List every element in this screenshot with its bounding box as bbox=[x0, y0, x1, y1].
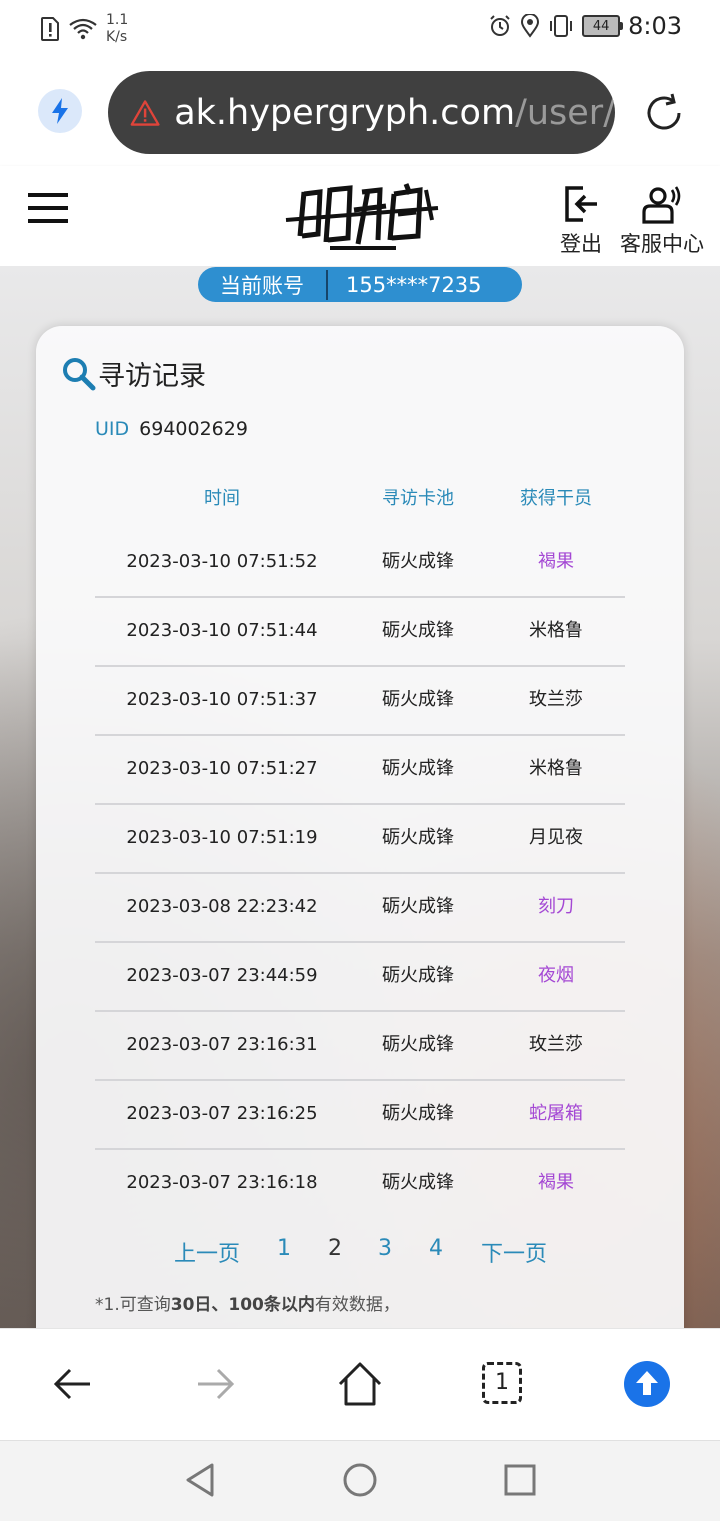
arknights-logo[interactable] bbox=[282, 180, 442, 256]
tabs-button[interactable]: 1 bbox=[482, 1362, 522, 1404]
record-pool: 砺火成锋 bbox=[382, 896, 454, 917]
vibrate-icon bbox=[550, 15, 573, 37]
record-time: 2023-03-07 23:16:18 bbox=[126, 1172, 318, 1193]
uid-line: UID 694002629 bbox=[95, 418, 248, 440]
record-pool: 砺火成锋 bbox=[382, 689, 454, 710]
support-label: 客服中心 bbox=[620, 232, 704, 256]
uid-label: UID bbox=[95, 418, 130, 440]
record-operator: 褐果 bbox=[538, 551, 574, 572]
record-pool: 砺火成锋 bbox=[382, 827, 454, 848]
url-host: ak.hypergryph.com bbox=[174, 92, 516, 133]
prev-page-link[interactable]: 上一页 bbox=[174, 1236, 240, 1268]
record-time: 2023-03-10 07:51:27 bbox=[126, 758, 318, 779]
sim-alert-icon bbox=[41, 17, 59, 41]
page-link-1[interactable]: 1 bbox=[277, 1236, 291, 1261]
record-time: 2023-03-10 07:51:19 bbox=[126, 827, 318, 848]
url-text[interactable]: ak.hypergryph.com/user/ bbox=[174, 93, 615, 133]
record-pool: 砺火成锋 bbox=[382, 965, 454, 986]
note-bold: 30日、100条以内 bbox=[170, 1295, 315, 1315]
reload-icon[interactable] bbox=[643, 92, 685, 134]
record-operator: 玫兰莎 bbox=[529, 1034, 583, 1055]
speed-unit: K/s bbox=[106, 29, 128, 45]
column-header-pool: 寻访卡池 bbox=[382, 488, 454, 509]
status-left: 1.1 K/s bbox=[40, 12, 128, 46]
status-right: 44 8:03 bbox=[488, 12, 682, 40]
records-title: 寻访记录 bbox=[62, 354, 206, 393]
search-icon bbox=[63, 357, 96, 390]
logout-button[interactable]: 登出 bbox=[560, 184, 602, 258]
url-path: /user/ bbox=[515, 92, 615, 133]
record-operator: 月见夜 bbox=[529, 827, 583, 848]
record-operator: 蛇屠箱 bbox=[529, 1103, 583, 1124]
system-recents-icon[interactable] bbox=[504, 1464, 536, 1496]
account-label: 当前账号 bbox=[220, 273, 304, 298]
page-link-3[interactable]: 3 bbox=[378, 1236, 392, 1261]
back-icon[interactable] bbox=[50, 1362, 94, 1406]
records-title-text: 寻访记录 bbox=[98, 361, 206, 392]
record-time: 2023-03-08 22:23:42 bbox=[126, 896, 318, 917]
record-time: 2023-03-07 23:44:59 bbox=[126, 965, 318, 986]
home-icon[interactable] bbox=[336, 1360, 384, 1408]
account-divider bbox=[326, 269, 328, 300]
bolt-icon[interactable] bbox=[38, 89, 82, 133]
network-speed: 1.1 K/s bbox=[106, 12, 128, 46]
support-icon bbox=[642, 186, 681, 224]
logout-icon bbox=[565, 186, 597, 222]
table-row: 2023-03-07 23:16:18 砺火成锋 褐果 bbox=[95, 1149, 625, 1217]
query-note: *1.可查询30日、100条以内有效数据， bbox=[95, 1290, 400, 1315]
table-row: 2023-03-10 07:51:37 砺火成锋 玫兰莎 bbox=[95, 666, 625, 736]
column-header-time: 时间 bbox=[204, 488, 240, 509]
uid-value: 694002629 bbox=[139, 418, 248, 440]
system-home-icon[interactable] bbox=[342, 1462, 378, 1498]
account-value: 155****7235 bbox=[346, 272, 482, 297]
record-pool: 砺火成锋 bbox=[382, 1034, 454, 1055]
record-pool: 砺火成锋 bbox=[382, 758, 454, 779]
record-operator: 米格鲁 bbox=[529, 758, 583, 779]
forward-icon[interactable] bbox=[194, 1362, 238, 1406]
table-row: 2023-03-10 07:51:52 砺火成锋 褐果 bbox=[95, 528, 625, 598]
table-row: 2023-03-10 07:51:19 砺火成锋 月见夜 bbox=[95, 804, 625, 874]
record-pool: 砺火成锋 bbox=[382, 1172, 454, 1193]
wifi-icon bbox=[69, 18, 97, 40]
record-time: 2023-03-10 07:51:44 bbox=[126, 620, 318, 641]
arrow-up-icon bbox=[636, 1371, 658, 1395]
battery-indicator: 44 bbox=[582, 15, 624, 37]
page-link-4[interactable]: 4 bbox=[429, 1236, 443, 1261]
table-row: 2023-03-10 07:51:44 砺火成锋 米格鲁 bbox=[95, 597, 625, 667]
table-row: 2023-03-07 23:44:59 砺火成锋 夜烟 bbox=[95, 942, 625, 1012]
hamburger-icon[interactable] bbox=[28, 193, 68, 223]
record-time: 2023-03-07 23:16:31 bbox=[126, 1034, 318, 1055]
record-time: 2023-03-10 07:51:52 bbox=[126, 551, 318, 572]
record-operator: 夜烟 bbox=[538, 965, 574, 986]
record-pool: 砺火成锋 bbox=[382, 620, 454, 641]
table-row: 2023-03-10 07:51:27 砺火成锋 米格鲁 bbox=[95, 735, 625, 805]
location-icon bbox=[521, 14, 540, 38]
speed-value: 1.1 bbox=[106, 12, 129, 28]
logout-label: 登出 bbox=[560, 232, 602, 256]
table-row: 2023-03-07 23:16:31 砺火成锋 玫兰莎 bbox=[95, 1011, 625, 1081]
note-suffix: 有效数据， bbox=[314, 1295, 400, 1315]
table-row: 2023-03-07 23:16:25 砺火成锋 蛇屠箱 bbox=[95, 1080, 625, 1150]
support-center-button[interactable]: 客服中心 bbox=[620, 184, 704, 258]
record-pool: 砺火成锋 bbox=[382, 551, 454, 572]
next-page-link[interactable]: 下一页 bbox=[481, 1236, 547, 1268]
column-header-operator: 获得干员 bbox=[520, 488, 592, 509]
clock: 8:03 bbox=[628, 12, 682, 40]
note-prefix: *1.可查询 bbox=[95, 1295, 171, 1315]
table-row: 2023-03-08 22:23:42 砺火成锋 刻刀 bbox=[95, 873, 625, 943]
warning-icon[interactable] bbox=[130, 98, 160, 128]
page-current-2: 2 bbox=[328, 1236, 342, 1261]
system-back-icon[interactable] bbox=[184, 1462, 216, 1498]
record-operator: 玫兰莎 bbox=[529, 689, 583, 710]
record-operator: 刻刀 bbox=[538, 896, 574, 917]
record-operator: 褐果 bbox=[538, 1172, 574, 1193]
alarm-icon bbox=[490, 15, 510, 36]
address-bar[interactable]: ak.hypergryph.com/user/ bbox=[108, 71, 615, 154]
record-pool: 砺火成锋 bbox=[382, 1103, 454, 1124]
current-account-badge: 当前账号 155****7235 bbox=[198, 267, 522, 302]
record-time: 2023-03-07 23:16:25 bbox=[126, 1103, 318, 1124]
record-time: 2023-03-10 07:51:37 bbox=[126, 689, 318, 710]
record-operator: 米格鲁 bbox=[529, 620, 583, 641]
scroll-top-button[interactable] bbox=[624, 1361, 670, 1407]
